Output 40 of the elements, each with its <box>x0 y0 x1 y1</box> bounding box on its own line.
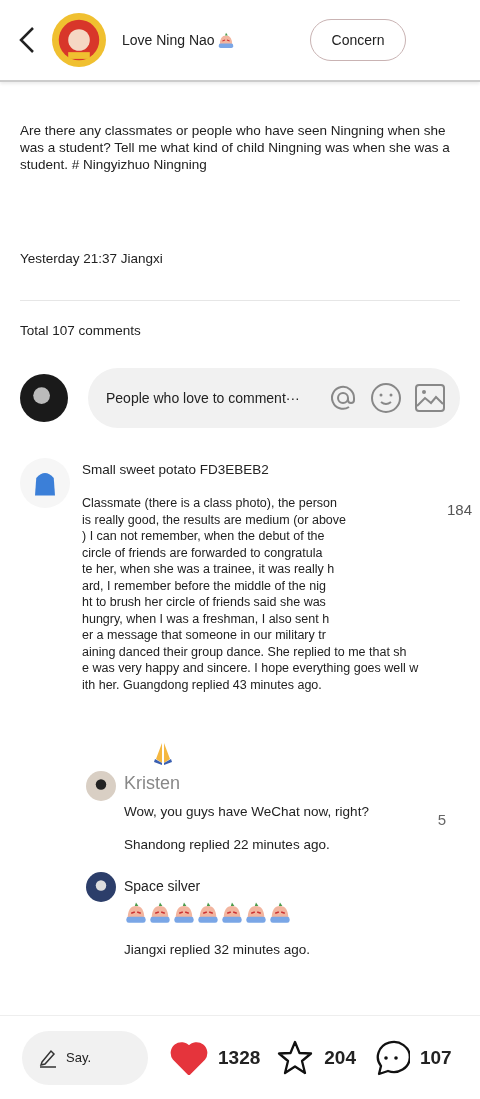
say-button[interactable]: Say. <box>22 1030 148 1085</box>
author-avatar <box>52 13 106 67</box>
sticker-icon <box>196 900 220 924</box>
comment-total: 107 <box>420 1046 452 1069</box>
author-name[interactable]: Love Ning Nao <box>122 31 294 49</box>
sticker-icon <box>268 900 292 924</box>
reply-text: Wow, you guys have WeChat now, right? <box>124 804 369 819</box>
sticker-icon <box>124 900 148 924</box>
heart-icon[interactable] <box>170 1040 208 1075</box>
sticker-icon <box>220 900 244 924</box>
reply-meta: Jiangxi replied 32 minutes ago. <box>124 942 311 957</box>
pencil-icon <box>38 1047 58 1068</box>
replier-name[interactable]: Space silver <box>124 878 311 894</box>
post-meta: Yesterday 21:37 Jiangxi <box>20 251 164 266</box>
comments-total: Total 107 comments <box>20 323 142 338</box>
follow-button[interactable]: Concern <box>310 19 406 61</box>
commenter-name[interactable]: Small sweet potato FD3EBEB2 <box>82 462 460 477</box>
commenter-avatar <box>20 458 70 508</box>
reply-meta: Shandong replied 22 minutes ago. <box>124 837 331 852</box>
sticker-icon <box>216 31 235 49</box>
comment-text: Classmate (there is a class photo), the person is really good, the results are medium (or above ) I can not remember, when the debut of the circle of friends are forwarded to congratula te her, when she was a trainee, it was really h ard, I remember before the middle of the nig ht to brush her circle of friends said she was hungry, when I was a freshman, I also sent h er a message that someone in our military tr aining danced their group dance. She replied to me that sh e was very happy and sincere. I hope everything goes well w ith her. Guangdong replied 43 minutes ago. <box>82 495 419 693</box>
like-total: 1328 <box>218 1046 261 1069</box>
replier-avatar <box>86 872 116 902</box>
comment-field[interactable]: People who love to comment··· <box>106 390 328 406</box>
sticker-icon <box>244 900 268 924</box>
sticker-icon <box>148 900 172 924</box>
praying-hands-icon <box>152 741 174 765</box>
image-icon[interactable] <box>414 382 446 414</box>
post-text: Are there any classmates or people who have seen Ningning when she was a student? Tell me what kind of child Ningning was when she was a student. # Ningyizhuo Ningning <box>20 122 451 173</box>
emoji-icon[interactable] <box>370 382 402 414</box>
replier-name[interactable]: Kristen <box>124 773 369 794</box>
user-avatar <box>20 374 68 422</box>
back-icon[interactable] <box>18 26 36 54</box>
sticker-icon <box>172 900 196 924</box>
star-icon[interactable] <box>276 1038 315 1077</box>
replier-avatar <box>86 771 116 801</box>
like-count: 5 <box>437 811 446 828</box>
mention-icon[interactable] <box>328 383 358 413</box>
star-total: 204 <box>324 1046 356 1069</box>
like-count: 184 <box>446 501 472 518</box>
